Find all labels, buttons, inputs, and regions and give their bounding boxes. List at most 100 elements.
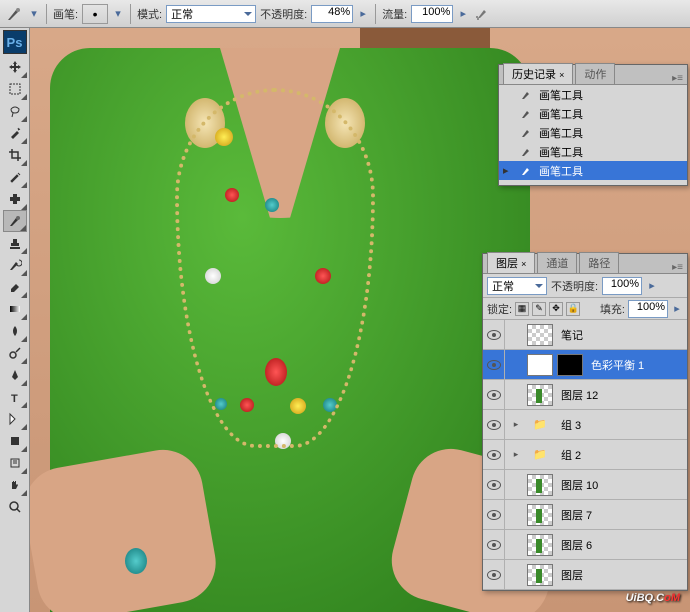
brush-tool-icon — [4, 4, 24, 24]
layer-opacity-input[interactable]: 100% — [602, 277, 642, 295]
layer-row[interactable]: ▸ 📁 组 3 — [483, 410, 687, 440]
history-current-icon: ▸ — [503, 164, 509, 177]
layer-thumb — [527, 564, 553, 586]
lock-transparency-icon[interactable]: ▦ — [515, 302, 529, 316]
lock-all-icon[interactable]: 🔒 — [566, 302, 580, 316]
eraser-tool[interactable] — [3, 276, 27, 298]
panel-menu-icon[interactable]: ▸≡ — [672, 73, 683, 84]
layer-row[interactable]: 图层 12 — [483, 380, 687, 410]
lock-paint-icon[interactable]: ✎ — [532, 302, 546, 316]
history-item[interactable]: 画笔工具 — [499, 123, 687, 142]
eye-icon — [487, 570, 501, 580]
history-item[interactable]: 画笔工具 — [499, 142, 687, 161]
brush-tool[interactable] — [3, 210, 27, 232]
eye-icon — [487, 360, 501, 370]
blur-tool[interactable] — [3, 320, 27, 342]
eye-icon — [487, 450, 501, 460]
eye-icon — [487, 480, 501, 490]
expand-icon[interactable]: ▸ — [509, 449, 523, 460]
layer-thumb — [527, 324, 553, 346]
layer-row[interactable]: 图层 10 — [483, 470, 687, 500]
visibility-toggle[interactable] — [483, 350, 505, 379]
layer-label: 图层 10 — [561, 477, 598, 493]
layer-row[interactable]: 图层 — [483, 560, 687, 590]
wand-tool[interactable] — [3, 122, 27, 144]
layer-thumb — [527, 384, 553, 406]
airbrush-icon[interactable] — [473, 4, 493, 24]
opacity-input[interactable]: 48% — [311, 5, 353, 23]
mask-thumb — [557, 354, 583, 376]
layer-label: 图层 7 — [561, 507, 592, 523]
visibility-toggle[interactable] — [483, 410, 505, 439]
fill-input[interactable]: 100% — [628, 300, 668, 318]
dodge-tool[interactable] — [3, 342, 27, 364]
healing-tool[interactable] — [3, 188, 27, 210]
shape-tool[interactable] — [3, 430, 27, 452]
flow-input[interactable]: 100% — [411, 5, 453, 23]
move-tool[interactable] — [3, 56, 27, 78]
history-item[interactable]: 画笔工具 — [499, 85, 687, 104]
notes-tool[interactable] — [3, 452, 27, 474]
visibility-toggle[interactable] — [483, 320, 505, 349]
pen-tool[interactable] — [3, 364, 27, 386]
tool-preset-dropdown[interactable]: ▾ — [28, 5, 40, 23]
layer-label: 组 2 — [561, 447, 581, 463]
tab-layers[interactable]: 图层 × — [487, 252, 535, 273]
tab-paths[interactable]: 路径 — [579, 252, 619, 273]
layer-blend-select[interactable]: 正常 — [487, 277, 547, 295]
brush-icon — [519, 126, 533, 140]
visibility-toggle[interactable] — [483, 500, 505, 529]
layer-opacity-dropdown[interactable]: ▸ — [646, 277, 658, 295]
mode-label: 模式: — [137, 6, 162, 22]
history-item-label: 画笔工具 — [539, 87, 583, 103]
expand-icon[interactable]: ▸ — [509, 419, 523, 430]
hand-tool[interactable] — [3, 474, 27, 496]
eye-icon — [487, 390, 501, 400]
history-item-label: 画笔工具 — [539, 144, 583, 160]
layer-row[interactable]: 图层 6 — [483, 530, 687, 560]
layer-row[interactable]: ▸ 📁 组 2 — [483, 440, 687, 470]
layer-label: 色彩平衡 1 — [591, 357, 644, 373]
folder-icon: 📁 — [527, 444, 553, 466]
eye-icon — [487, 510, 501, 520]
panel-menu-icon[interactable]: ▸≡ — [672, 262, 683, 273]
brush-preview[interactable]: • — [82, 4, 108, 24]
eye-icon — [487, 330, 501, 340]
visibility-toggle[interactable] — [483, 530, 505, 559]
flow-label: 流量: — [382, 6, 407, 22]
brush-label: 画笔: — [53, 6, 78, 22]
eyedropper-tool[interactable] — [3, 166, 27, 188]
layer-label: 图层 12 — [561, 387, 598, 403]
layer-label: 笔记 — [561, 327, 583, 343]
flow-dropdown[interactable]: ▸ — [457, 5, 469, 23]
fill-dropdown[interactable]: ▸ — [671, 300, 683, 318]
history-item[interactable]: ▸画笔工具 — [499, 161, 687, 180]
layer-label: 组 3 — [561, 417, 581, 433]
layer-row[interactable]: ◐色彩平衡 1 — [483, 350, 687, 380]
layers-panel: 图层 × 通道 路径 ▸≡ 正常 不透明度: 100% ▸ 锁定: ▦ ✎ ✥ … — [482, 253, 688, 591]
brush-picker-dropdown[interactable]: ▾ — [112, 5, 124, 23]
tab-channels[interactable]: 通道 — [537, 252, 577, 273]
tab-history[interactable]: 历史记录 × — [503, 63, 573, 84]
layer-row[interactable]: 笔记 — [483, 320, 687, 350]
blend-mode-select[interactable]: 正常 — [166, 5, 256, 23]
visibility-toggle[interactable] — [483, 440, 505, 469]
lock-position-icon[interactable]: ✥ — [549, 302, 563, 316]
visibility-toggle[interactable] — [483, 470, 505, 499]
type-tool[interactable]: T — [3, 386, 27, 408]
visibility-toggle[interactable] — [483, 380, 505, 409]
layer-row[interactable]: 图层 7 — [483, 500, 687, 530]
crop-tool[interactable] — [3, 144, 27, 166]
marquee-tool[interactable] — [3, 78, 27, 100]
lasso-tool[interactable] — [3, 100, 27, 122]
visibility-toggle[interactable] — [483, 560, 505, 589]
opacity-dropdown[interactable]: ▸ — [357, 5, 369, 23]
stamp-tool[interactable] — [3, 232, 27, 254]
history-brush-tool[interactable] — [3, 254, 27, 276]
folder-icon: 📁 — [527, 414, 553, 436]
tab-actions[interactable]: 动作 — [575, 63, 615, 84]
history-item[interactable]: 画笔工具 — [499, 104, 687, 123]
zoom-tool[interactable] — [3, 496, 27, 518]
path-tool[interactable] — [3, 408, 27, 430]
gradient-tool[interactable] — [3, 298, 27, 320]
